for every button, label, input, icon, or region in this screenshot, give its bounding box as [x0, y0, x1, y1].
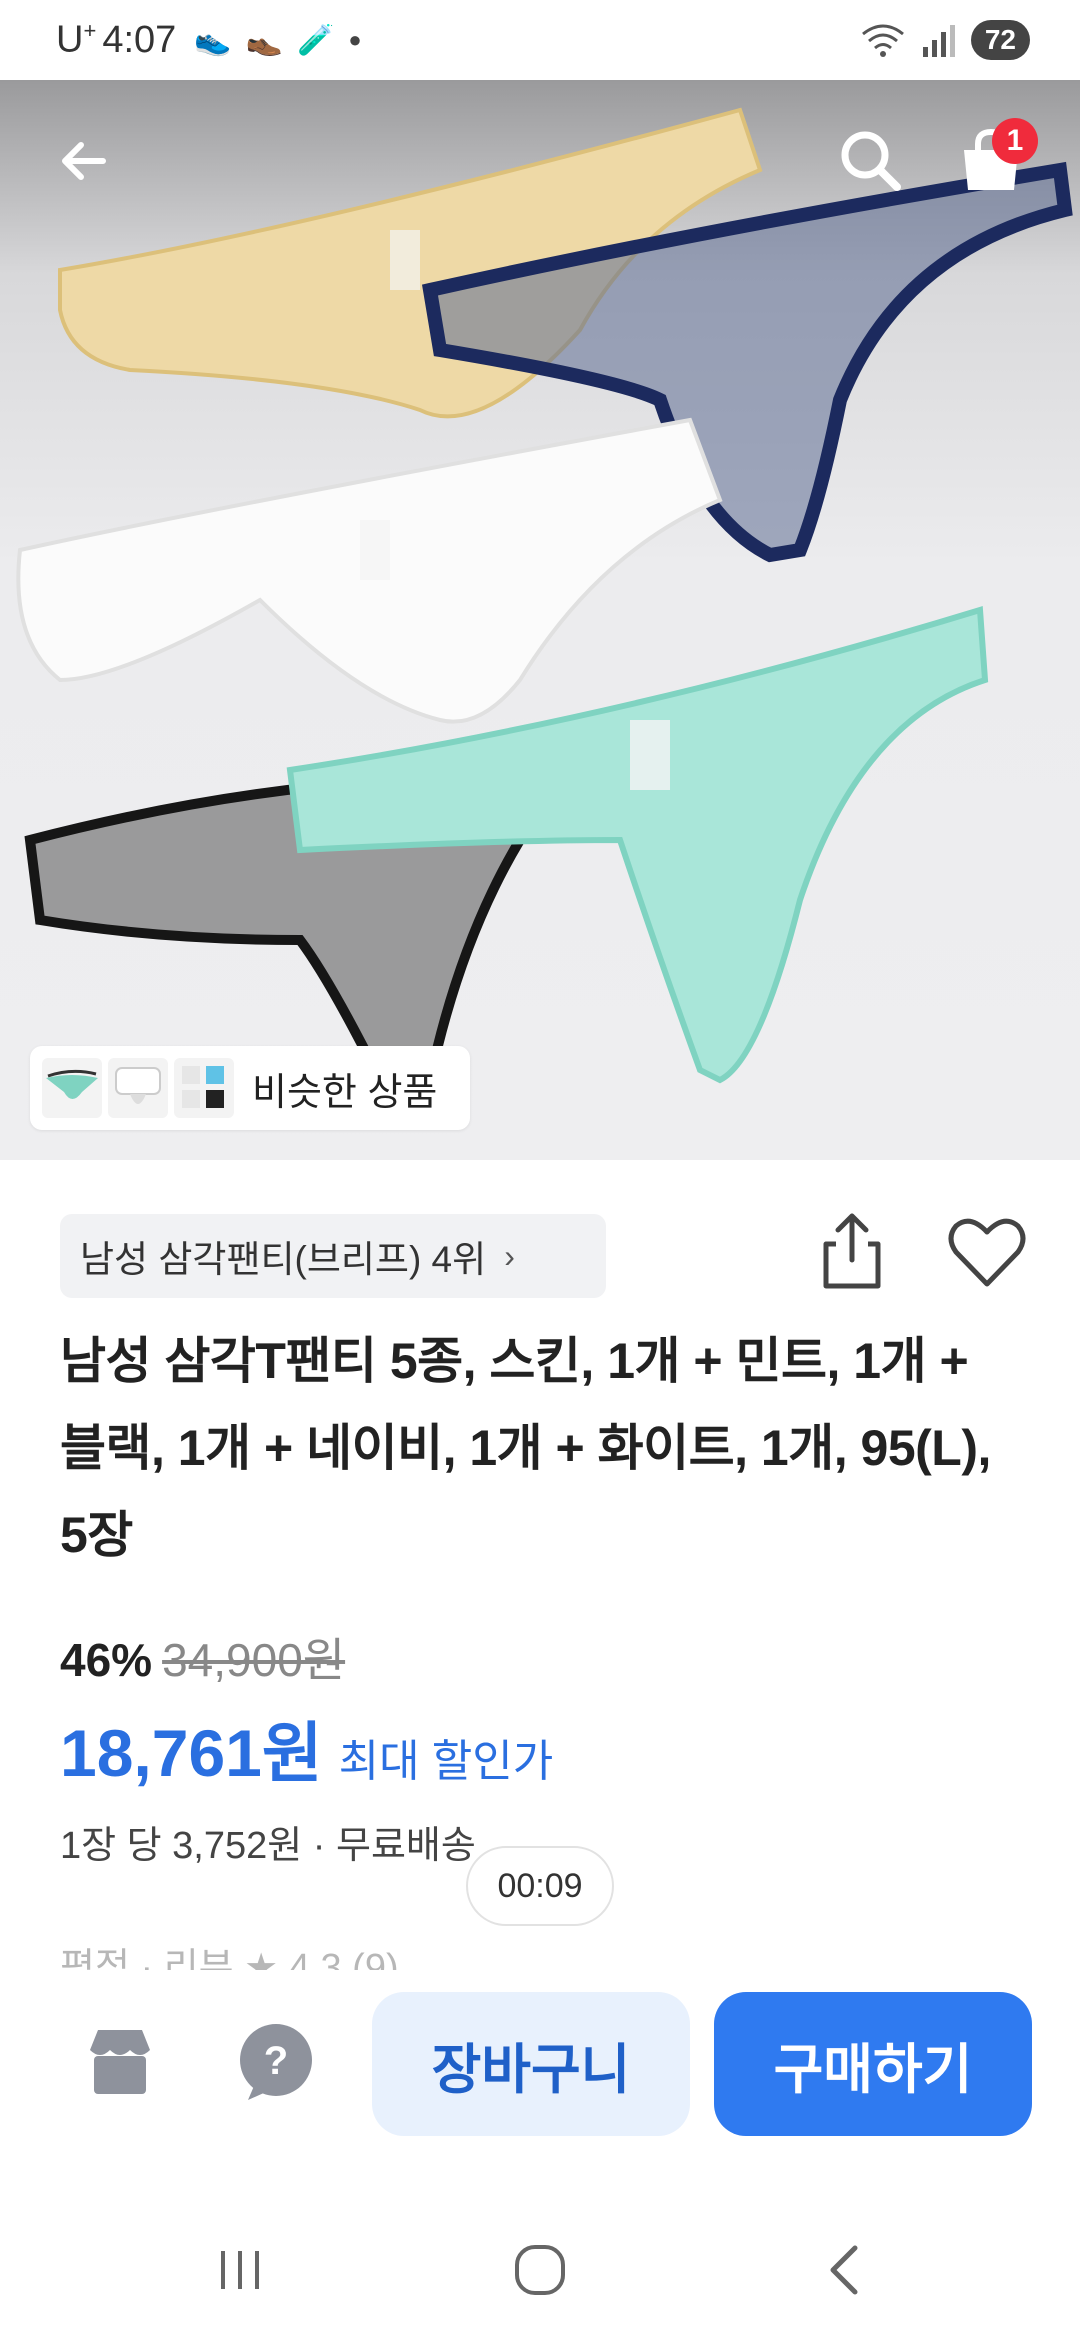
cart-button[interactable]: 1 — [946, 116, 1038, 206]
recent-apps-icon — [221, 2251, 259, 2289]
clock: 4:07 — [102, 18, 177, 61]
product-image[interactable]: 1 비슷한 상품 — [0, 80, 1080, 1160]
original-price: 34,900원 — [162, 1634, 346, 1686]
notification-icons: 👟 👞 🧪 ● — [194, 23, 361, 58]
similar-thumb-2 — [108, 1058, 168, 1118]
system-nav-bar — [0, 2200, 1080, 2340]
similar-thumb-3 — [174, 1058, 234, 1118]
sale-price: 18,761원 — [60, 1716, 323, 1790]
signal-icon — [922, 25, 955, 57]
wifi-icon — [861, 24, 904, 57]
max-discount-label: 최대 할인가 — [338, 1737, 554, 1786]
inquiry-button[interactable]: ? — [234, 2020, 318, 2104]
back-nav-icon — [830, 2245, 858, 2295]
sneaker-notification-icon: 👟 — [194, 23, 232, 57]
similar-products-label: 비슷한 상품 — [252, 1071, 438, 1114]
category-rank-chip[interactable]: 남성 삼각팬티(브리프) 4위 › — [60, 1214, 606, 1298]
price-row: 18,761원 최대 할인가 — [60, 1700, 553, 1796]
app-notification-icon: 🧪 — [297, 23, 335, 57]
store-icon — [90, 2030, 150, 2094]
status-time-group: U+ 4:07 — [56, 18, 176, 62]
discount-row: 46% 34,900원 — [60, 1624, 345, 1690]
similar-products-chip[interactable]: 비슷한 상품 — [30, 1046, 470, 1130]
bottom-action-bar: ? 장바구니 구매하기 — [0, 1980, 1080, 2150]
share-button[interactable] — [812, 1208, 892, 1298]
recent-apps-button[interactable] — [180, 2230, 300, 2310]
buy-now-button[interactable]: 구매하기 — [714, 1992, 1032, 2136]
unit-price-shipping: 1장 당 3,752원 · 무료배송 — [60, 1825, 476, 1867]
similar-thumb-1 — [42, 1058, 102, 1118]
product-photo — [16, 107, 1073, 1085]
share-icon — [823, 1213, 881, 1289]
svg-text:?: ? — [264, 2039, 288, 2083]
home-icon — [515, 2245, 565, 2295]
carrier-label: U+ — [56, 18, 97, 61]
wishlist-button[interactable] — [942, 1208, 1032, 1298]
add-to-cart-button[interactable]: 장바구니 — [372, 1992, 690, 2136]
timer-chip: 00:09 — [466, 1846, 614, 1926]
arrow-left-icon — [62, 142, 106, 180]
battery-indicator: 72 — [970, 20, 1030, 60]
rating-review-row[interactable]: 평점 · 리뷰 ★ 4.3 (9) — [60, 1944, 399, 1970]
status-bar: U+ 4:07 👟 👞 🧪 ● 72 — [0, 0, 1080, 80]
search-button[interactable] — [826, 116, 916, 206]
question-bubble-icon: ? — [240, 2024, 312, 2100]
store-button[interactable] — [80, 2022, 160, 2102]
product-title: 남성 삼각T팬티 5종, 스킨, 1개 + 민트, 1개 + 블랙, 1개 + … — [60, 1333, 991, 1563]
discount-percent: 46% — [60, 1634, 153, 1686]
cart-count-badge: 1 — [992, 118, 1038, 164]
home-button[interactable] — [480, 2230, 600, 2310]
back-button[interactable] — [40, 116, 130, 206]
search-icon — [841, 131, 901, 191]
shoe-notification-icon: 👞 — [245, 23, 283, 57]
chevron-right-icon: › — [504, 1237, 515, 1274]
status-right: 72 — [861, 20, 1030, 60]
category-rank-label: 남성 삼각팬티(브리프) 4위 — [80, 1239, 487, 1280]
back-nav-button[interactable] — [784, 2230, 904, 2310]
more-dot-icon: ● — [348, 27, 362, 52]
heart-icon — [948, 1218, 1026, 1287]
